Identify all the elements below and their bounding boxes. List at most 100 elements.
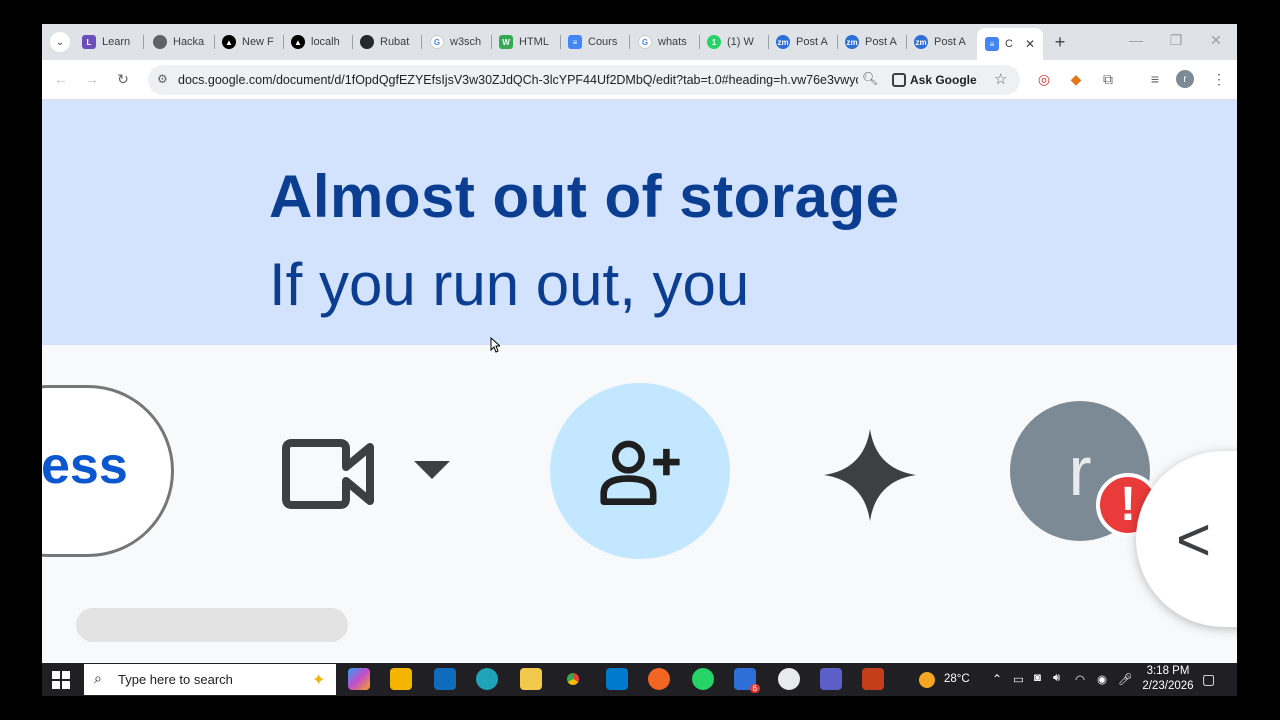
- tab-label: Post A: [865, 36, 897, 48]
- vscode-icon[interactable]: [606, 668, 628, 690]
- media-control-icon[interactable]: ≡: [1144, 68, 1166, 90]
- volume-icon[interactable]: 🔊︎: [1053, 672, 1060, 685]
- whatsapp-icon: 1: [707, 35, 721, 49]
- url-text[interactable]: docs.google.com/document/d/1fOpdQgfEZYEf…: [178, 73, 858, 87]
- zoom-icon[interactable]: 🔍︎: [862, 71, 879, 87]
- site-info-icon[interactable]: ⚙: [157, 72, 168, 86]
- tab-label: whats: [658, 36, 687, 48]
- triangle-logo-icon: ▲: [222, 35, 236, 49]
- postman-icon[interactable]: [648, 668, 670, 690]
- tab-label: HTML: [519, 36, 549, 48]
- camera-icon[interactable]: ◙: [1034, 672, 1041, 684]
- address-bar[interactable]: ⚙ docs.google.com/document/d/1fOpdQgfEZY…: [148, 65, 1020, 95]
- restore-icon[interactable]: ❐: [1164, 32, 1188, 49]
- google-icon: G: [430, 35, 444, 49]
- tab-label: C: [1005, 38, 1013, 50]
- globe-icon: [153, 35, 167, 49]
- tab[interactable]: zm Post A: [776, 30, 838, 54]
- notifications-icon[interactable]: ▢: [1202, 671, 1215, 688]
- docs-icon: ≡: [568, 35, 582, 49]
- tab[interactable]: 1 (1) W: [707, 30, 769, 54]
- microphone-icon[interactable]: 🎤︎: [1118, 672, 1133, 686]
- tab-label: Rubat: [380, 36, 410, 48]
- metamask-icon[interactable]: ◆: [1065, 68, 1087, 90]
- file-explorer-icon[interactable]: [520, 668, 542, 690]
- banner-title: Almost out of storage: [269, 163, 900, 230]
- zm-icon: zm: [845, 35, 859, 49]
- ask-google-button[interactable]: Ask Google: [888, 69, 985, 91]
- sync-icon[interactable]: ◉: [1097, 672, 1107, 686]
- lens-icon: [892, 73, 906, 87]
- tab[interactable]: W HTML: [499, 30, 561, 54]
- wifi-icon[interactable]: ◠: [1075, 672, 1085, 686]
- tab[interactable]: G whats: [638, 30, 700, 54]
- tab-label: Post A: [796, 36, 828, 48]
- search-icon: ⌕: [94, 670, 102, 686]
- store-icon[interactable]: [390, 668, 412, 690]
- tab[interactable]: ≡ Cours: [568, 30, 630, 54]
- ask-google-label: Ask Google: [910, 73, 977, 87]
- clock-date[interactable]: 2/23/2026: [1138, 680, 1198, 692]
- extension-icon[interactable]: ◎: [1033, 68, 1055, 90]
- minimize-icon[interactable]: —: [1124, 32, 1148, 48]
- whatsapp-icon[interactable]: [692, 668, 714, 690]
- tab-search-chevron-icon[interactable]: ⌄: [50, 32, 70, 52]
- triangle-logo-icon: ▲: [291, 35, 305, 49]
- add-person-button[interactable]: [550, 383, 730, 559]
- copilot-icon[interactable]: [348, 668, 370, 690]
- docs-header-zoomed: ess r ! <: [42, 345, 1237, 663]
- tab[interactable]: L Learn: [82, 30, 144, 54]
- gemini-sparkle-icon[interactable]: [824, 429, 916, 521]
- weather-sun-icon[interactable]: [919, 672, 935, 688]
- temperature: 28°C: [944, 673, 970, 685]
- video-camera-icon[interactable]: [282, 437, 374, 511]
- powerpoint-icon[interactable]: [862, 668, 884, 690]
- tab-label: Post A: [934, 36, 966, 48]
- tray-chevron-up-icon[interactable]: ⌃: [992, 672, 1002, 686]
- close-tab-icon[interactable]: ✕: [1025, 37, 1035, 51]
- meet-dropdown-icon[interactable]: [414, 461, 450, 479]
- taskbar-search-placeholder: Type here to search: [118, 672, 233, 687]
- browser-toolbar: ← → ↻ ⚙ docs.google.com/document/d/1fOpd…: [42, 60, 1237, 100]
- profile-avatar[interactable]: r: [1176, 70, 1194, 88]
- docs-icon: ≡: [985, 37, 999, 51]
- edge-icon[interactable]: [476, 668, 498, 690]
- chrome-profile-icon[interactable]: [778, 668, 800, 690]
- tab-label: localh: [311, 36, 340, 48]
- tab-label: Cours: [588, 36, 618, 48]
- tab[interactable]: Rubat: [360, 30, 422, 54]
- battery-icon[interactable]: ▭: [1013, 672, 1024, 686]
- menu-kebab-icon[interactable]: ⋮: [1208, 68, 1230, 90]
- back-icon[interactable]: ←: [50, 68, 72, 90]
- reload-icon[interactable]: ↻: [112, 68, 134, 90]
- side-panel-toggle[interactable]: <: [1136, 451, 1237, 627]
- tab[interactable]: G w3sch: [430, 30, 492, 54]
- taskbar-search-box[interactable]: ⌕ Type here to search ✦: [84, 664, 336, 695]
- share-access-button[interactable]: ess: [42, 385, 174, 557]
- zm-app-icon[interactable]: 6: [734, 668, 760, 693]
- chrome-icon[interactable]: [562, 668, 584, 690]
- notification-badge: 6: [749, 684, 760, 693]
- share-access-label: ess: [42, 437, 128, 495]
- scroll-indicator[interactable]: [76, 608, 348, 642]
- extensions-puzzle-icon[interactable]: ⧉: [1097, 68, 1119, 90]
- teams-icon[interactable]: [820, 668, 842, 690]
- new-tab-button[interactable]: +: [1050, 32, 1070, 52]
- tab[interactable]: zm Post A: [914, 30, 976, 54]
- copilot-sparkle-icon[interactable]: ✦: [312, 670, 325, 690]
- tab[interactable]: zm Post A: [845, 30, 907, 54]
- bookmark-star-icon[interactable]: ☆: [994, 70, 1007, 88]
- forward-icon[interactable]: →: [81, 68, 103, 90]
- outlook-icon[interactable]: [434, 668, 456, 690]
- tab-label: w3sch: [450, 36, 482, 48]
- zm-icon: zm: [776, 35, 790, 49]
- tab-active[interactable]: ≡ C ✕: [977, 28, 1043, 60]
- tab[interactable]: ▲ localh: [291, 30, 353, 54]
- close-window-icon[interactable]: ✕: [1204, 32, 1228, 49]
- tab-strip: ⌄ L Learn Hacka ▲ New F ▲ localh Rubat G…: [42, 24, 1237, 60]
- chevron-left-icon: <: [1176, 506, 1212, 573]
- windows-start-icon[interactable]: [52, 671, 70, 689]
- tab[interactable]: Hacka: [153, 30, 215, 54]
- clock-time[interactable]: 3:18 PM: [1144, 665, 1192, 677]
- tab[interactable]: ▲ New F: [222, 30, 284, 54]
